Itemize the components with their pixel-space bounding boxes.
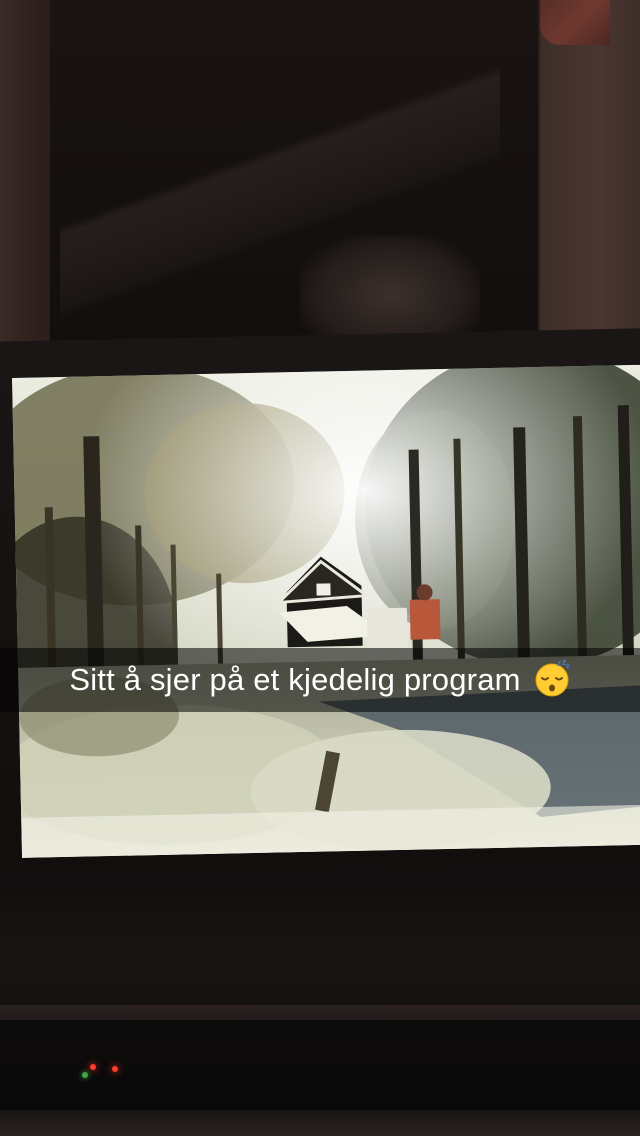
tv-stand (0, 885, 640, 1015)
svg-text:z: z (557, 659, 561, 668)
receiver-led-red (112, 1066, 118, 1072)
svg-text:z: z (566, 663, 570, 670)
snap-photo: Sitt å sjer på et kjedelig program z z z (0, 0, 640, 1136)
floor (0, 1110, 640, 1136)
receiver-led-red (90, 1064, 96, 1070)
wall-picture-frame (540, 0, 610, 45)
receiver-led-green (82, 1072, 88, 1078)
tv-screen (12, 364, 640, 858)
snap-caption-text: Sitt å sjer på et kjedelig program (69, 662, 521, 697)
right-wall (540, 0, 640, 345)
sleeping-face-icon: z z z (533, 657, 571, 697)
tv-forest-scene (12, 364, 640, 858)
snap-caption-bar: Sitt å sjer på et kjedelig program z z z (0, 648, 640, 712)
